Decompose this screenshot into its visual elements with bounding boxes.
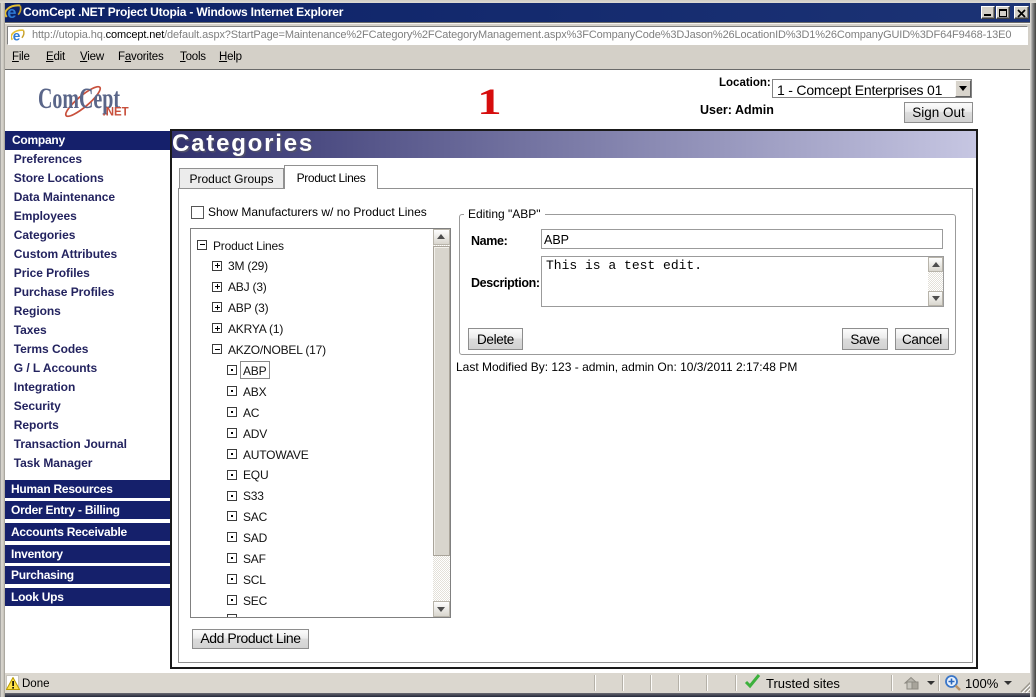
svg-text:.NET: .NET <box>103 107 129 119</box>
svg-text:1: 1 <box>477 89 501 119</box>
